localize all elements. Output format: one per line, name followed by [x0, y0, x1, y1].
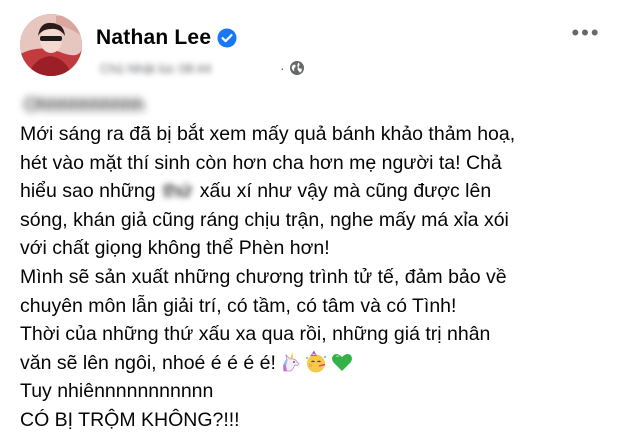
post-line: Tuy nhiênnnnnnnnnnn	[20, 380, 214, 403]
post-line: hét vào mặt thí sinh còn hơn cha hơn mẹ …	[20, 151, 502, 174]
post-line-part: văn sẽ lên ngôi, nhoé é é é é!	[20, 351, 276, 374]
globe-icon[interactable]	[289, 60, 305, 76]
post-line: CÓ BỊ TRỘM KHÔNG?!!!	[20, 408, 240, 431]
post-line: chuyên môn lẫn giải trí, có tầm, có tâm …	[20, 294, 457, 317]
post-line: sóng, khán giả cũng ráng chịu trận, nghe…	[20, 208, 509, 231]
author-row: Nathan Lee	[96, 24, 237, 52]
blurred-word: thứ	[163, 180, 193, 203]
post-line: Mới sáng ra đã bị bắt xem mấy quả bánh k…	[20, 123, 516, 145]
post-line-part: xấu xí như vậy mà cũng được lên	[194, 180, 492, 203]
unicorn-emoji	[278, 350, 302, 374]
post-line-part: hiểu sao những	[20, 180, 161, 203]
blurred-mention: Ohhhhhhhhhh	[24, 95, 145, 116]
post-meta: Chủ Nhật lúc 08:44 ·	[96, 57, 305, 79]
post-timestamp[interactable]: Chủ Nhật lúc 08:44	[96, 59, 274, 78]
avatar-image	[20, 14, 82, 76]
author-name[interactable]: Nathan Lee	[96, 26, 211, 50]
post-content: Ohhhhhhhhhh Mới sáng ra đã bị bắt xem mấ…	[20, 92, 600, 435]
avatar[interactable]	[20, 14, 82, 76]
post-line: văn sẽ lên ngôi, nhoé é é é é!	[20, 349, 600, 378]
verified-badge-icon	[217, 28, 237, 48]
post-line: Thời của những thứ xấu xa qua rồi, những…	[20, 323, 491, 346]
post-line: với chất giọng không thể Phèn hơn!	[20, 237, 330, 260]
post-line: hiểu sao những thứ xấu xí như vậy mà cũn…	[20, 177, 600, 206]
post-header: Nathan Lee Chủ Nhật lúc 08:44 · •••	[0, 0, 620, 90]
meta-separator: ·	[280, 60, 285, 76]
post-text: Mới sáng ra đã bị bắt xem mấy quả bánh k…	[20, 120, 600, 435]
more-options-icon[interactable]: •••	[566, 20, 606, 45]
party-face-emoji	[304, 350, 328, 374]
post-line: Mình sẽ sản xuất những chương trình tử t…	[20, 265, 507, 288]
green-heart-emoji	[330, 350, 354, 374]
